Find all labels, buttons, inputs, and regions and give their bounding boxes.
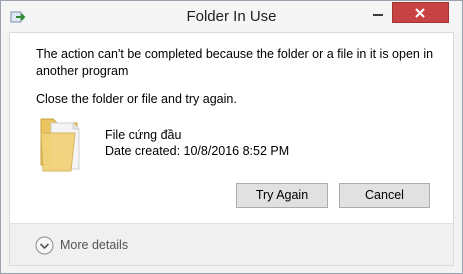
folder-icon — [39, 113, 87, 173]
title-bar: Folder In Use — [1, 1, 462, 33]
dialog-content: The action can't be completed because th… — [9, 32, 454, 223]
cancel-button[interactable]: Cancel — [339, 183, 430, 208]
primary-message: The action can't be completed because th… — [36, 47, 434, 78]
close-icon — [415, 8, 425, 18]
secondary-message: Close the folder or file and try again. — [36, 92, 237, 106]
minimize-button[interactable] — [364, 2, 392, 22]
file-info: File cứng đầu Date created: 10/8/2016 8:… — [105, 127, 289, 159]
close-button[interactable] — [392, 2, 449, 23]
chevron-down-icon[interactable] — [35, 236, 54, 255]
file-name: File cứng đầu — [105, 128, 182, 142]
more-details-toggle[interactable]: More details — [60, 237, 128, 254]
dialog-window: Folder In Use The action can't be comple… — [0, 0, 463, 274]
file-date-created: Date created: 10/8/2016 8:52 PM — [105, 144, 290, 158]
try-again-button[interactable]: Try Again — [236, 183, 328, 208]
dialog-footer: More details — [9, 223, 454, 266]
